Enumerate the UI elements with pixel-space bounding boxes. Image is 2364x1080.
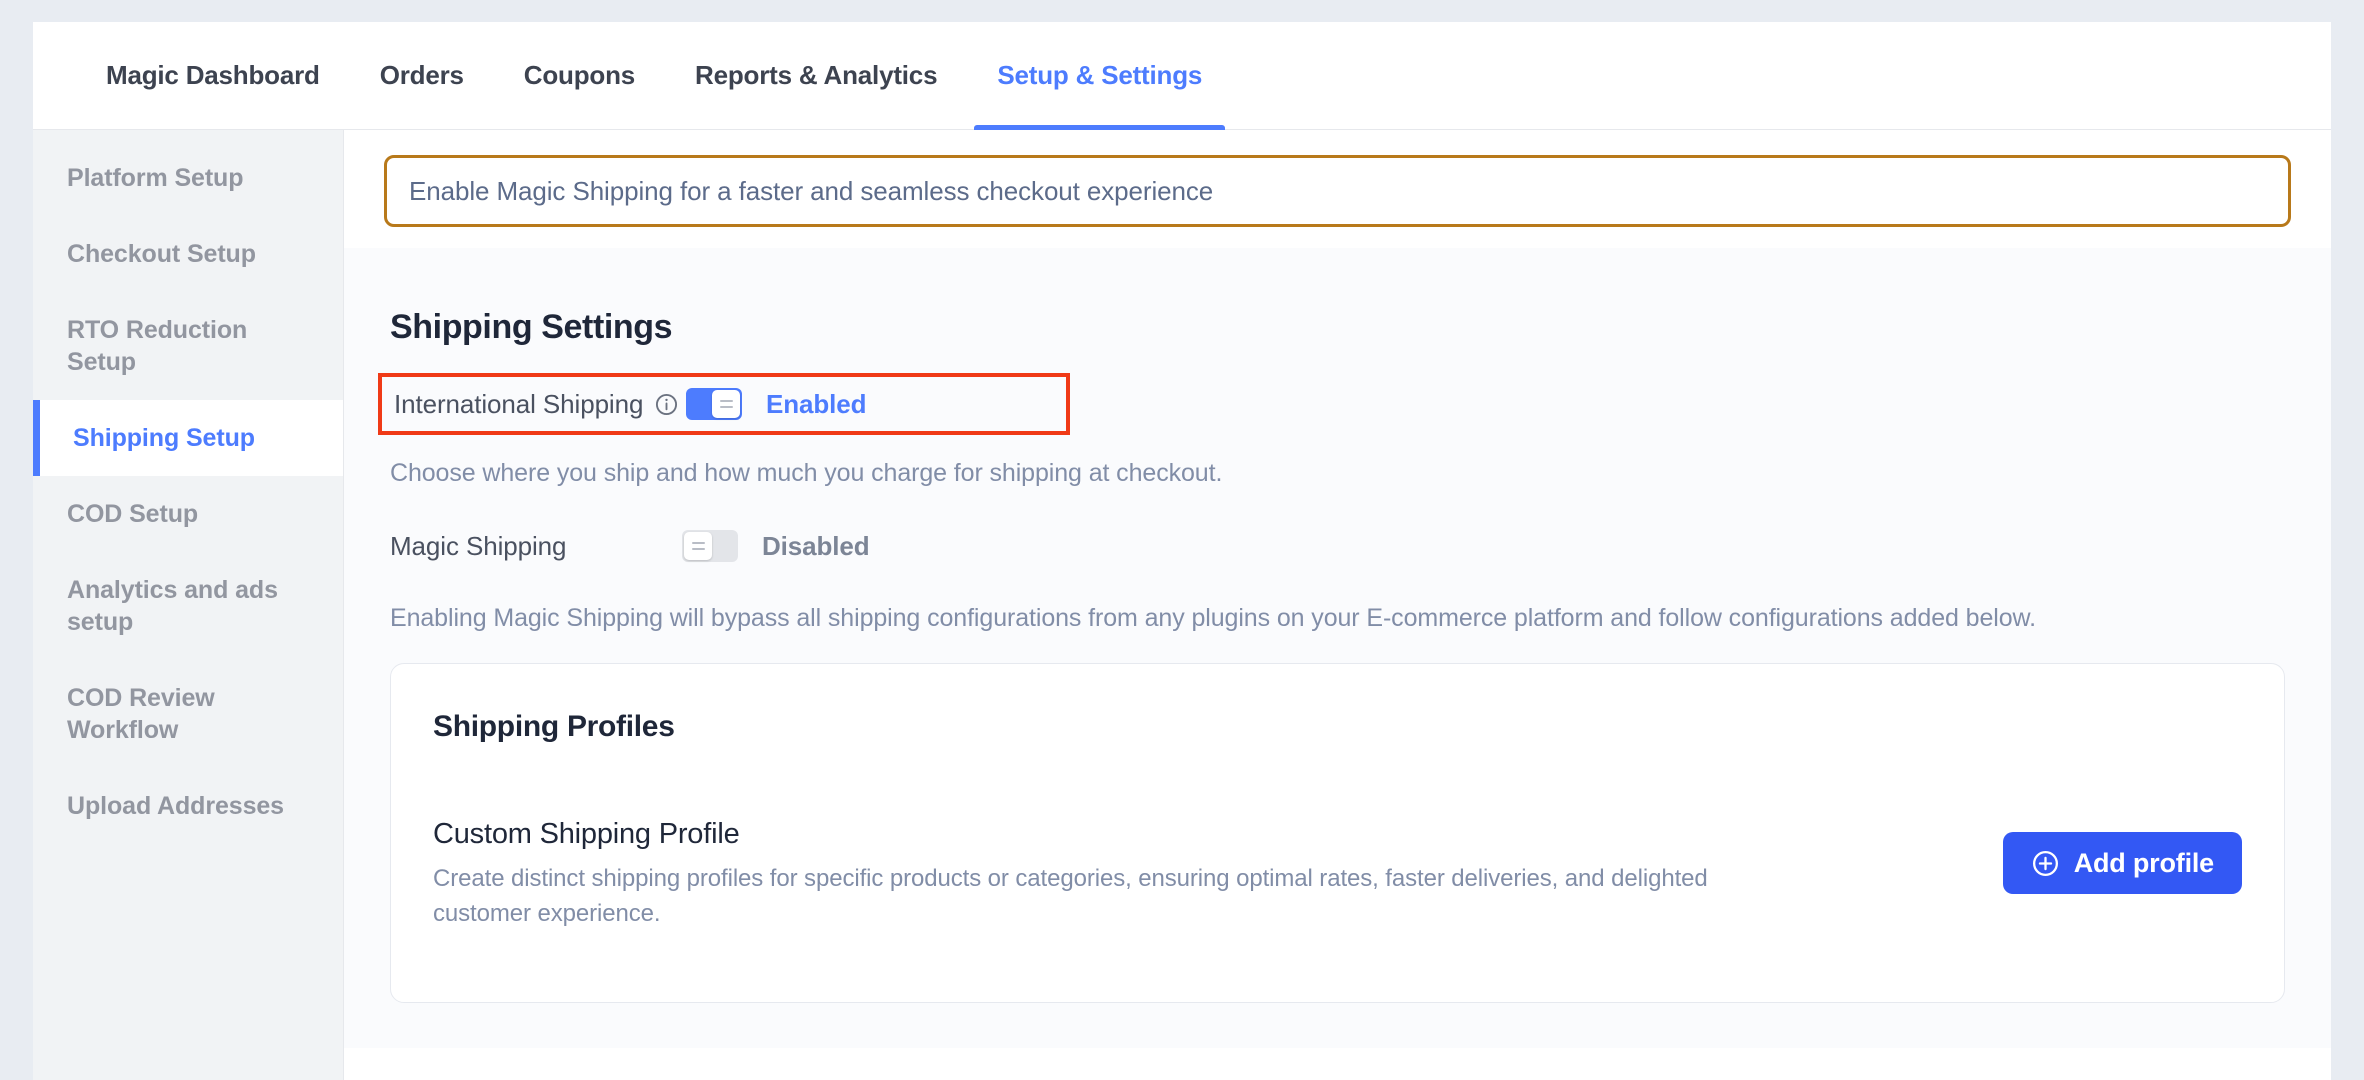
sidebar-item-cod-setup[interactable]: COD Setup (33, 476, 343, 552)
magic-shipping-label-group: Magic Shipping (390, 531, 682, 562)
tab-setup-settings[interactable]: Setup & Settings (967, 22, 1232, 130)
body-row: Platform Setup Checkout Setup RTO Reduct… (33, 130, 2331, 1080)
info-circle-icon[interactable] (654, 392, 679, 417)
sidebar-item-shipping-setup[interactable]: Shipping Setup (33, 400, 343, 476)
toggle-knob (712, 390, 740, 418)
international-shipping-row: International Shipping Enabled (378, 373, 1070, 435)
page-title: Shipping Settings (390, 308, 673, 346)
tab-label: Magic Dashboard (106, 60, 320, 90)
plus-circle-icon (2031, 849, 2060, 878)
tab-magic-dashboard[interactable]: Magic Dashboard (76, 22, 350, 130)
sidebar-item-label: Upload Addresses (67, 792, 284, 820)
magic-shipping-status: Disabled (762, 530, 870, 561)
toggle-knob (684, 532, 712, 560)
tab-label: Coupons (523, 60, 636, 90)
custom-shipping-profile-row: Custom Shipping Profile Create distinct … (433, 818, 2242, 932)
magic-shipping-label: Magic Shipping (390, 530, 567, 561)
sidebar-item-label: COD Review Workflow (67, 684, 215, 744)
sidebar-item-label: Analytics and ads setup (67, 576, 278, 636)
shipping-profiles-card: Shipping Profiles Custom Shipping Profil… (390, 663, 2285, 1003)
tab-label: Setup & Settings (997, 60, 1203, 90)
add-profile-button[interactable]: Add profile (2002, 832, 2242, 894)
international-shipping-label: International Shipping (394, 388, 644, 419)
sidebar-item-analytics-and-ads-setup[interactable]: Analytics and ads setup (33, 552, 343, 660)
sidebar-item-label: Shipping Setup (73, 424, 255, 452)
add-profile-label: Add profile (2073, 847, 2214, 878)
international-shipping-label-group: International Shipping (394, 389, 686, 420)
top-tab-bar: Magic Dashboard Orders Coupons Reports &… (33, 22, 2331, 130)
sidebar-item-label: COD Setup (67, 500, 199, 528)
international-shipping-status: Enabled (766, 388, 867, 419)
app-window: Magic Dashboard Orders Coupons Reports &… (33, 22, 2331, 1080)
international-shipping-toggle[interactable] (686, 388, 742, 420)
sidebar-item-checkout-setup[interactable]: Checkout Setup (33, 216, 343, 292)
settings-content-inner: Shipping Settings International Shipping (344, 308, 2331, 1003)
tab-coupons[interactable]: Coupons (494, 22, 665, 130)
tab-label: Orders (379, 60, 464, 90)
tab-label: Reports & Analytics (695, 60, 938, 90)
sidebar-item-rto-reduction-setup[interactable]: RTO Reduction Setup (33, 292, 343, 400)
magic-shipping-helper: Enabling Magic Shipping will bypass all … (390, 604, 2036, 632)
shipping-profiles-title: Shipping Profiles (433, 710, 675, 743)
custom-shipping-profile-text: Custom Shipping Profile Create distinct … (433, 818, 1723, 932)
sidebar-item-platform-setup[interactable]: Platform Setup (33, 140, 343, 216)
sidebar-item-label: RTO Reduction Setup (67, 316, 248, 376)
settings-content: Shipping Settings International Shipping (344, 248, 2331, 1048)
sidebar-item-upload-addresses[interactable]: Upload Addresses (33, 768, 343, 844)
tab-reports-analytics[interactable]: Reports & Analytics (665, 22, 967, 130)
magic-shipping-row: Magic Shipping Disabled (390, 518, 2285, 574)
tab-orders[interactable]: Orders (350, 22, 494, 130)
sidebar-item-label: Checkout Setup (67, 240, 256, 268)
sidebar: Platform Setup Checkout Setup RTO Reduct… (33, 130, 344, 1080)
main-content: Enable Magic Shipping for a faster and s… (344, 130, 2331, 1080)
banner-wrap: Enable Magic Shipping for a faster and s… (344, 130, 2331, 227)
sidebar-item-cod-review-workflow[interactable]: COD Review Workflow (33, 660, 343, 768)
magic-shipping-toggle[interactable] (682, 530, 738, 562)
custom-shipping-profile-desc: Create distinct shipping profiles for sp… (433, 865, 1708, 927)
banner-text: Enable Magic Shipping for a faster and s… (409, 175, 1214, 206)
magic-shipping-banner[interactable]: Enable Magic Shipping for a faster and s… (384, 155, 2291, 227)
sidebar-item-label: Platform Setup (67, 164, 244, 192)
custom-shipping-profile-name: Custom Shipping Profile (433, 818, 740, 850)
international-shipping-helper: Choose where you ship and how much you c… (390, 459, 1223, 487)
